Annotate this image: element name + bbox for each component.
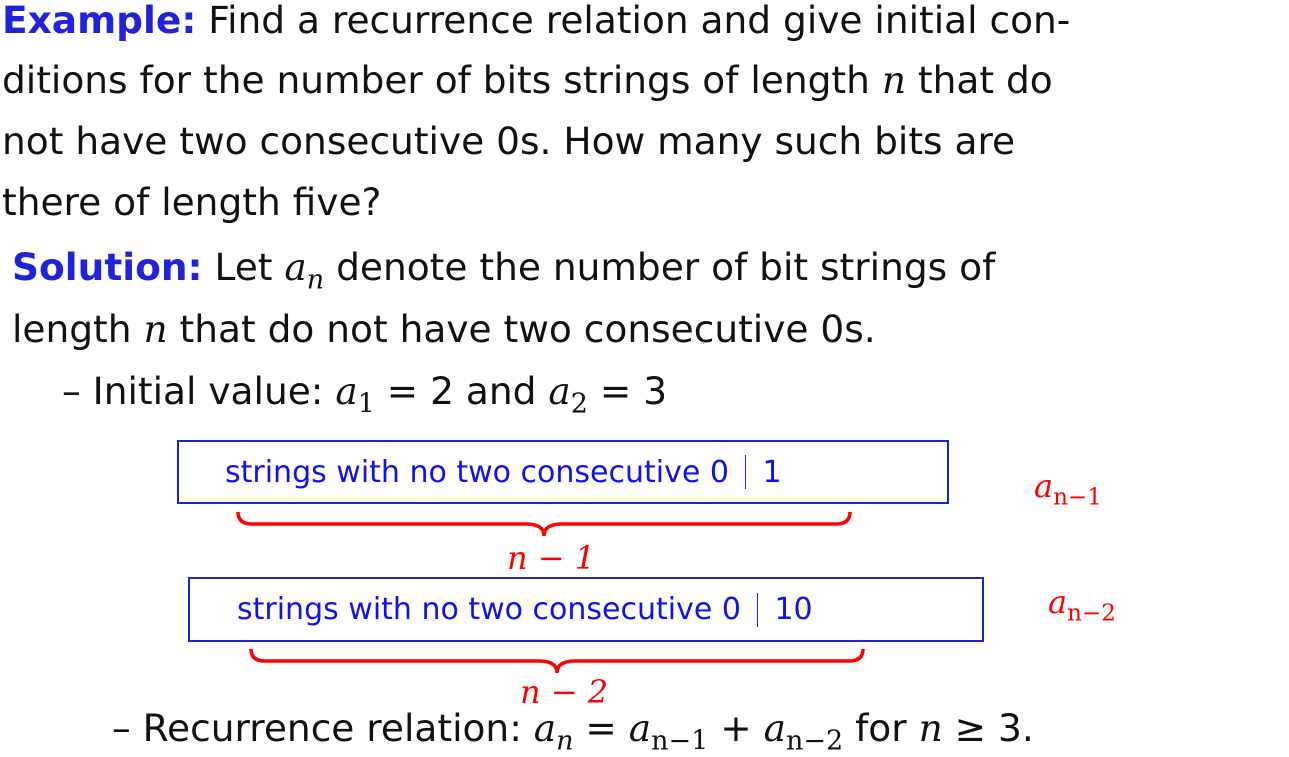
equals: = (573, 706, 629, 750)
example-text-3: not have two consecutive 0s. How many su… (2, 119, 1016, 163)
example-label: Example: (2, 0, 197, 42)
box1-suffix: 1 (762, 454, 782, 490)
solution-label: Solution: (12, 245, 203, 289)
geq-3: ≥ 3. (942, 706, 1034, 750)
and-text: and (454, 369, 549, 413)
solution-line-1: Solution: Let an denote the number of bi… (12, 248, 995, 293)
brace-1-label: n − 1 (507, 539, 596, 577)
box2-separator (756, 592, 759, 627)
example-text-4: there of length five? (2, 180, 382, 224)
a-n-2: an−2 (763, 706, 844, 757)
a-n-1: an−1 (628, 706, 709, 757)
eq-2: = 3 (587, 369, 668, 413)
for-text: for (843, 706, 919, 750)
label-a-n-minus-1: an−1 (1034, 467, 1102, 511)
eq-1: = 2 (374, 369, 455, 413)
example-text-2b: that do (905, 58, 1053, 102)
bullet-dash: – (112, 706, 131, 750)
initial-text: Initial value: (80, 369, 336, 413)
solution-line-2: length n that do not have two consecutiv… (12, 310, 876, 349)
var-n: n (918, 706, 943, 750)
string-box-ending-1: strings with no two consecutive 0 1 (177, 440, 949, 504)
example-line-4: there of length five? (2, 183, 381, 222)
box1-text: strings with no two consecutive 0 (225, 454, 729, 490)
initial-value-line: – Initial value: a1 = 2 and a2 = 3 (62, 372, 667, 417)
brace-2-label: n − 2 (520, 673, 609, 711)
solution-text-2a: length (12, 307, 144, 351)
example-line-3: not have two consecutive 0s. How many su… (2, 122, 1015, 161)
brace-1 (236, 511, 852, 537)
box2-suffix: 10 (774, 592, 813, 627)
var-a-n: an (284, 245, 325, 296)
example-line-2: ditions for the number of bits strings o… (2, 61, 1053, 100)
solution-text-2b: that do not have two consecutive 0s. (167, 307, 876, 351)
box2-text: strings with no two consecutive 0 (237, 592, 741, 627)
a2: a2 (548, 369, 588, 420)
a1: a1 (335, 369, 375, 420)
recurrence-text: Recurrence relation: (130, 706, 534, 750)
plus: + (708, 706, 764, 750)
label-a-n-minus-2: an−2 (1048, 583, 1116, 627)
example-text-2a: ditions for the number of bits strings o… (2, 58, 882, 102)
recurrence-line: – Recurrence relation: an = an−1 + an−2 … (112, 709, 1034, 754)
solution-text-1b: denote the number of bit strings of (324, 245, 996, 289)
example-text-1: Find a recurrence relation and give init… (196, 0, 1071, 42)
solution-text-1a: Let (202, 245, 285, 289)
box1-separator (744, 455, 747, 489)
var-n: n (881, 58, 906, 102)
example-line-1: Example: Find a recurrence relation and … (2, 0, 1071, 42)
a-n: an (533, 706, 574, 757)
string-box-ending-10: strings with no two consecutive 0 10 (188, 577, 984, 642)
bullet-dash: – (62, 369, 81, 413)
var-n: n (143, 307, 168, 351)
